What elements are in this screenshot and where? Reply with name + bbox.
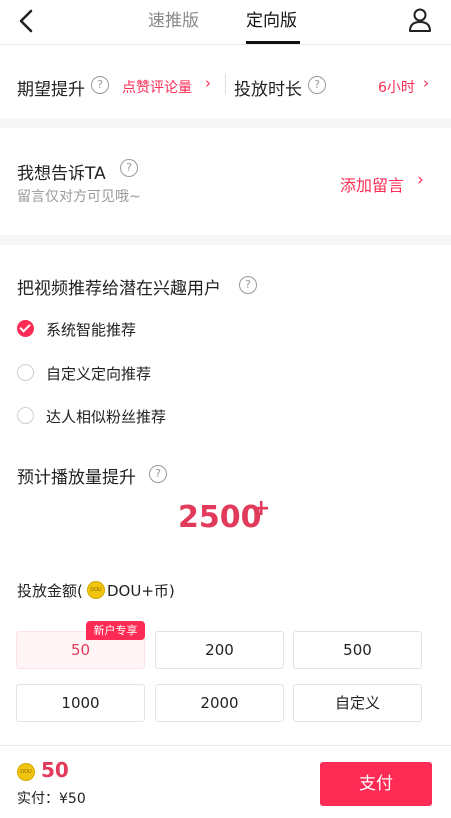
radio-unchecked-icon[interactable]	[17, 407, 34, 424]
message-title: 我想告诉TA	[17, 164, 106, 184]
add-message-chevron-icon[interactable]: ›	[417, 170, 424, 190]
user-icon[interactable]	[406, 6, 434, 34]
divider	[225, 74, 226, 94]
estimate-plus: +	[252, 496, 271, 521]
top-bar: 速推版 定向版	[0, 0, 451, 45]
radio-checked-icon[interactable]	[17, 320, 34, 337]
section-divider	[0, 235, 451, 245]
option-label: 自定义定向推荐	[46, 365, 152, 383]
duration-value[interactable]: 6小时	[378, 77, 415, 97]
duration-help-icon[interactable]: ?	[308, 76, 326, 94]
recommend-help-icon[interactable]: ?	[239, 276, 257, 294]
back-arrow-icon[interactable]	[14, 8, 40, 34]
option-label: 达人相似粉丝推荐	[46, 408, 167, 426]
amount-option-custom[interactable]: 自定义	[293, 684, 422, 722]
tab-quick[interactable]: 速推版	[148, 6, 199, 31]
message-subtitle: 留言仅对方可见哦~	[17, 189, 141, 205]
estimate-help-icon[interactable]: ?	[149, 465, 167, 483]
goal-label: 期望提升	[17, 80, 85, 100]
dou-coin-icon: DOU	[17, 763, 35, 781]
section-divider	[0, 118, 451, 128]
goal-chevron-icon[interactable]: ›	[205, 74, 211, 92]
duration-label: 投放时长	[234, 80, 302, 100]
amount-option-1000[interactable]: 1000	[16, 684, 145, 722]
dou-coin-icon: DOU	[87, 581, 105, 599]
goal-help-icon[interactable]: ?	[91, 76, 109, 94]
amount-option-500[interactable]: 500	[293, 631, 422, 669]
message-help-icon[interactable]: ?	[120, 159, 138, 177]
estimate-title: 预计播放量提升	[17, 468, 136, 488]
amount-title-suffix: DOU+币)	[107, 582, 175, 600]
add-message-button[interactable]: 添加留言	[340, 172, 404, 196]
footer-paid: 实付：¥50	[17, 791, 86, 807]
option-label: 系统智能推荐	[46, 321, 137, 339]
goal-row: 期望提升 ? 点赞评论量 › 投放时长 ? 6小时 ›	[0, 62, 451, 106]
active-tab-indicator	[246, 41, 300, 44]
estimate-value: 2500	[178, 500, 262, 535]
amount-option-200[interactable]: 200	[155, 631, 284, 669]
tab-targeted[interactable]: 定向版	[246, 6, 297, 31]
goal-value[interactable]: 点赞评论量	[122, 77, 192, 97]
new-user-badge: 新户专享	[86, 621, 145, 640]
recommend-title: 把视频推荐给潜在兴趣用户	[17, 279, 221, 299]
duration-chevron-icon[interactable]: ›	[423, 74, 429, 92]
radio-unchecked-icon[interactable]	[17, 364, 34, 381]
footer-bar: DOU 50 实付：¥50 支付	[0, 745, 451, 818]
pay-button[interactable]: 支付	[320, 762, 432, 806]
footer-amount: 50	[41, 758, 69, 782]
amount-title: 投放金额(	[17, 582, 83, 600]
amount-option-2000[interactable]: 2000	[155, 684, 284, 722]
